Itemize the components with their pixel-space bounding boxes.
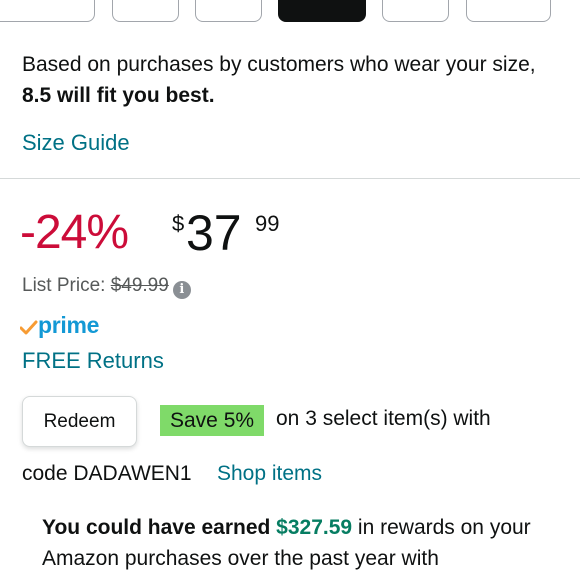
size-swatch-selected[interactable] — [278, 0, 366, 22]
size-swatch[interactable] — [0, 0, 95, 22]
prime-check-icon — [20, 320, 38, 335]
size-swatch[interactable] — [112, 0, 179, 22]
coupon-code: code DADAWEN1 — [22, 462, 192, 485]
prime-label: prime — [38, 312, 100, 338]
fit-recommendation-prefix: Based on purchases by customers who wear… — [22, 53, 536, 76]
size-swatch[interactable] — [195, 0, 262, 22]
rewards-amount: $327.59 — [276, 516, 353, 539]
size-swatch-row — [0, 0, 580, 24]
free-returns-link[interactable]: FREE Returns — [22, 348, 164, 374]
price-fraction: 99 — [255, 211, 280, 236]
redeem-button[interactable]: Redeem — [22, 396, 137, 447]
fit-recommendation-size: 8.5 will fit you best. — [22, 84, 215, 107]
shop-items-link[interactable]: Shop items — [217, 462, 322, 486]
rewards-message: You could have earned $327.59 in rewards… — [42, 512, 562, 574]
list-price-value: $49.99 — [110, 275, 169, 296]
list-price-label: List Price: — [22, 275, 111, 296]
size-swatch[interactable] — [466, 0, 551, 22]
size-guide-link[interactable]: Size Guide — [22, 130, 130, 156]
info-icon[interactable]: i — [172, 281, 191, 299]
fit-recommendation: Based on purchases by customers who wear… — [22, 49, 562, 111]
section-divider — [0, 178, 580, 179]
size-swatch[interactable] — [382, 0, 449, 22]
price-whole: 37 — [186, 205, 242, 261]
rewards-lead: You could have earned — [42, 516, 277, 539]
discount-percentage: -24% — [20, 206, 129, 259]
coupon-save-badge: Save 5% — [160, 405, 265, 436]
coupon-description: on 3 select item(s) with — [276, 407, 491, 430]
price-currency-symbol: $ — [172, 211, 185, 236]
list-price: List Price: $49.99 i — [22, 275, 191, 299]
